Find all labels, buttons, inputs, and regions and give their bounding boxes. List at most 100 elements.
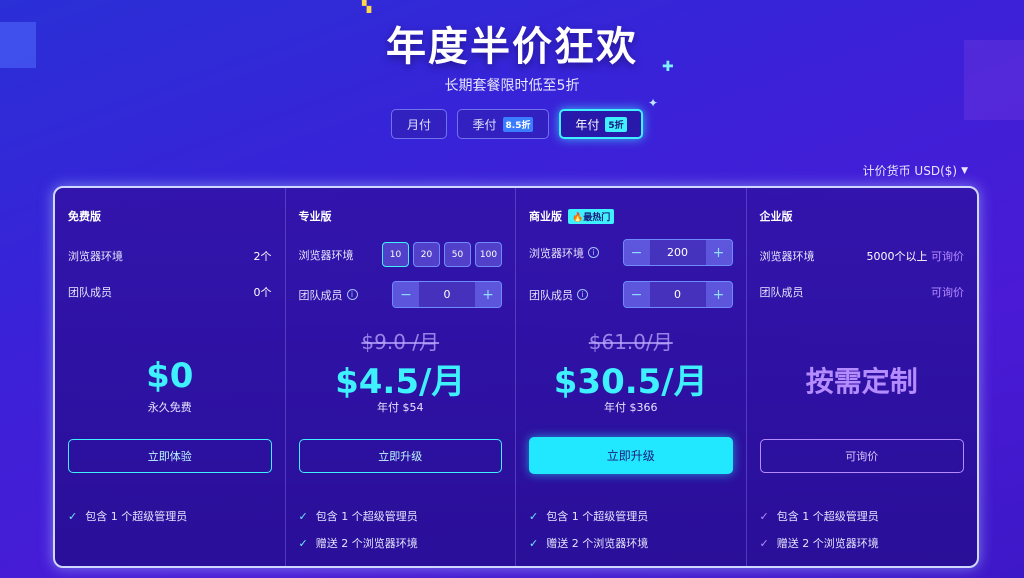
plan-name: 专业版	[299, 208, 332, 224]
plan-name: 商业版 🔥最热门	[529, 208, 615, 224]
tab-yearly[interactable]: 年付 5折	[559, 109, 643, 139]
discount-badge: 8.5折	[502, 116, 534, 132]
decrement-button[interactable]: −	[623, 240, 650, 265]
env-label: 浏览器环境	[68, 250, 123, 263]
plan-free: 免费版 浏览器环境 2个 团队成员 0个 $0 永久免费 立即体验 ✓ 包含 1…	[55, 188, 286, 566]
sparkle-icon: ✦	[648, 96, 659, 110]
inquire-link[interactable]: 可询价	[931, 284, 964, 300]
page-subtitle: 长期套餐限时低至5折	[444, 78, 580, 94]
env-option-button[interactable]: 100	[475, 242, 502, 267]
members-stepper: − 0 +	[622, 281, 733, 308]
tab-label: 季付	[472, 117, 497, 132]
feature-text: 包含 1 个超级管理员	[85, 510, 188, 523]
feature-item: ✓ 包含 1 个超级管理员	[529, 508, 648, 524]
members-row: 团队成员 i − 0 +	[529, 281, 733, 308]
feature-text: 包含 1 个超级管理员	[776, 510, 879, 523]
price-note: 年付 $366	[604, 401, 658, 414]
decrement-button[interactable]: −	[393, 282, 419, 307]
env-option-button[interactable]: 20	[413, 242, 440, 267]
members-value: 0个	[253, 286, 272, 299]
check-icon: ✓	[298, 536, 308, 550]
plan-enterprise: 企业版 浏览器环境 5000个以上 可询价 团队成员 可询价 按需定制 可询价 …	[747, 188, 978, 566]
members-stepper: − 0 +	[392, 281, 502, 308]
original-price: $61.0/月	[588, 330, 673, 354]
info-icon[interactable]: i	[577, 289, 588, 300]
increment-button[interactable]: +	[705, 240, 732, 265]
feature-text: 赠送 2 个浏览器环境	[315, 537, 418, 550]
feature-text: 包含 1 个超级管理员	[315, 510, 418, 523]
price: $0	[146, 356, 194, 396]
info-icon[interactable]: i	[588, 247, 599, 258]
feature-item: ✓ 赠送 2 个浏览器环境	[760, 535, 879, 551]
upgrade-button[interactable]: 立即升级	[298, 439, 502, 473]
increment-button[interactable]: +	[705, 282, 732, 307]
members-label-wrap: 团队成员 i	[529, 287, 588, 303]
plan-name-text: 企业版	[759, 210, 793, 223]
plan-pro: 专业版 浏览器环境 10 20 50 100 团队成员 i − 0 + $9.0…	[286, 188, 516, 566]
price: $4.5/月	[335, 362, 466, 402]
plan-name-text: 专业版	[298, 210, 332, 223]
members-row: 团队成员 可询价	[760, 284, 965, 300]
env-option-button[interactable]: 10	[382, 242, 409, 267]
plan-name-text: 免费版	[68, 210, 101, 223]
env-label: 浏览器环境	[759, 250, 815, 263]
members-label: 团队成员	[759, 286, 804, 299]
sparkle-icon: ▚	[362, 0, 372, 13]
check-icon: ✓	[759, 536, 769, 550]
check-icon: ✓	[68, 509, 78, 523]
env-stepper: − 200 +	[622, 239, 733, 266]
check-icon: ✓	[759, 509, 769, 523]
custom-price: 按需定制	[805, 365, 918, 398]
members-label-wrap: 团队成员 i	[299, 287, 358, 303]
env-value-wrap: 5000个以上 可询价	[867, 248, 965, 264]
feature-text: 赠送 2 个浏览器环境	[776, 537, 879, 550]
feature-item: ✓ 包含 1 个超级管理员	[68, 508, 187, 524]
feature-item: ✓ 赠送 2 个浏览器环境	[529, 535, 648, 551]
tab-quarterly[interactable]: 季付 8.5折	[457, 109, 549, 139]
currency-selector[interactable]: 计价货币 USD($) ▼	[863, 162, 968, 179]
original-price: $9.0 /月	[361, 330, 440, 354]
feature-item: ✓ 赠送 2 个浏览器环境	[299, 535, 418, 551]
decrement-button[interactable]: −	[623, 282, 650, 307]
members-label: 团队成员	[529, 288, 573, 302]
members-row: 团队成员 i − 0 +	[299, 281, 502, 308]
plan-name-text: 商业版	[529, 210, 562, 223]
inquire-link[interactable]: 可询价	[931, 250, 964, 263]
billing-tabs: 月付 季付 8.5折 年付 5折	[391, 109, 643, 139]
stepper-value[interactable]: 200	[650, 246, 706, 259]
tab-label: 年付	[575, 117, 600, 132]
feature-item: ✓ 包含 1 个超级管理员	[299, 508, 418, 524]
pricing-panel: 免费版 浏览器环境 2个 团队成员 0个 $0 永久免费 立即体验 ✓ 包含 1…	[53, 186, 979, 568]
plan-name: 企业版	[760, 208, 793, 224]
discount-badge: 5折	[605, 116, 627, 132]
plan-business: 商业版 🔥最热门 浏览器环境 i − 200 + 团队成员 i − 0 + $6…	[516, 188, 747, 566]
env-value: 2个	[253, 250, 272, 263]
currency-label: 计价货币 USD($)	[862, 164, 958, 178]
increment-button[interactable]: +	[475, 282, 501, 307]
stepper-value[interactable]: 0	[650, 288, 706, 301]
try-now-button[interactable]: 立即体验	[68, 439, 272, 473]
env-label: 浏览器环境	[298, 248, 354, 262]
stepper-value[interactable]: 0	[419, 288, 475, 301]
price-note: 永久免费	[147, 401, 192, 414]
tab-label: 月付	[406, 117, 431, 132]
env-option-button[interactable]: 50	[444, 242, 471, 267]
price-note: 年付 $54	[377, 401, 424, 414]
inquire-button[interactable]: 可询价	[759, 439, 964, 473]
env-row: 浏览器环境 10 20 50 100	[298, 242, 502, 267]
env-row: 浏览器环境 2个	[68, 248, 272, 264]
info-icon[interactable]: i	[346, 289, 358, 300]
tab-monthly[interactable]: 月付	[391, 109, 447, 139]
feature-item: ✓ 包含 1 个超级管理员	[760, 508, 879, 524]
check-icon: ✓	[529, 536, 539, 550]
feature-text: 包含 1 个超级管理员	[546, 510, 649, 523]
members-label: 团队成员	[68, 286, 112, 299]
price: $30.5/月	[553, 362, 708, 402]
upgrade-button[interactable]: 立即升级	[529, 437, 733, 474]
env-value: 5000个以上	[866, 250, 928, 263]
env-row: 浏览器环境 i − 200 +	[529, 239, 733, 266]
check-icon: ✓	[298, 509, 308, 523]
env-label-wrap: 浏览器环境 i	[529, 245, 599, 261]
members-row: 团队成员 0个	[68, 284, 272, 300]
check-icon: ✓	[529, 509, 539, 523]
